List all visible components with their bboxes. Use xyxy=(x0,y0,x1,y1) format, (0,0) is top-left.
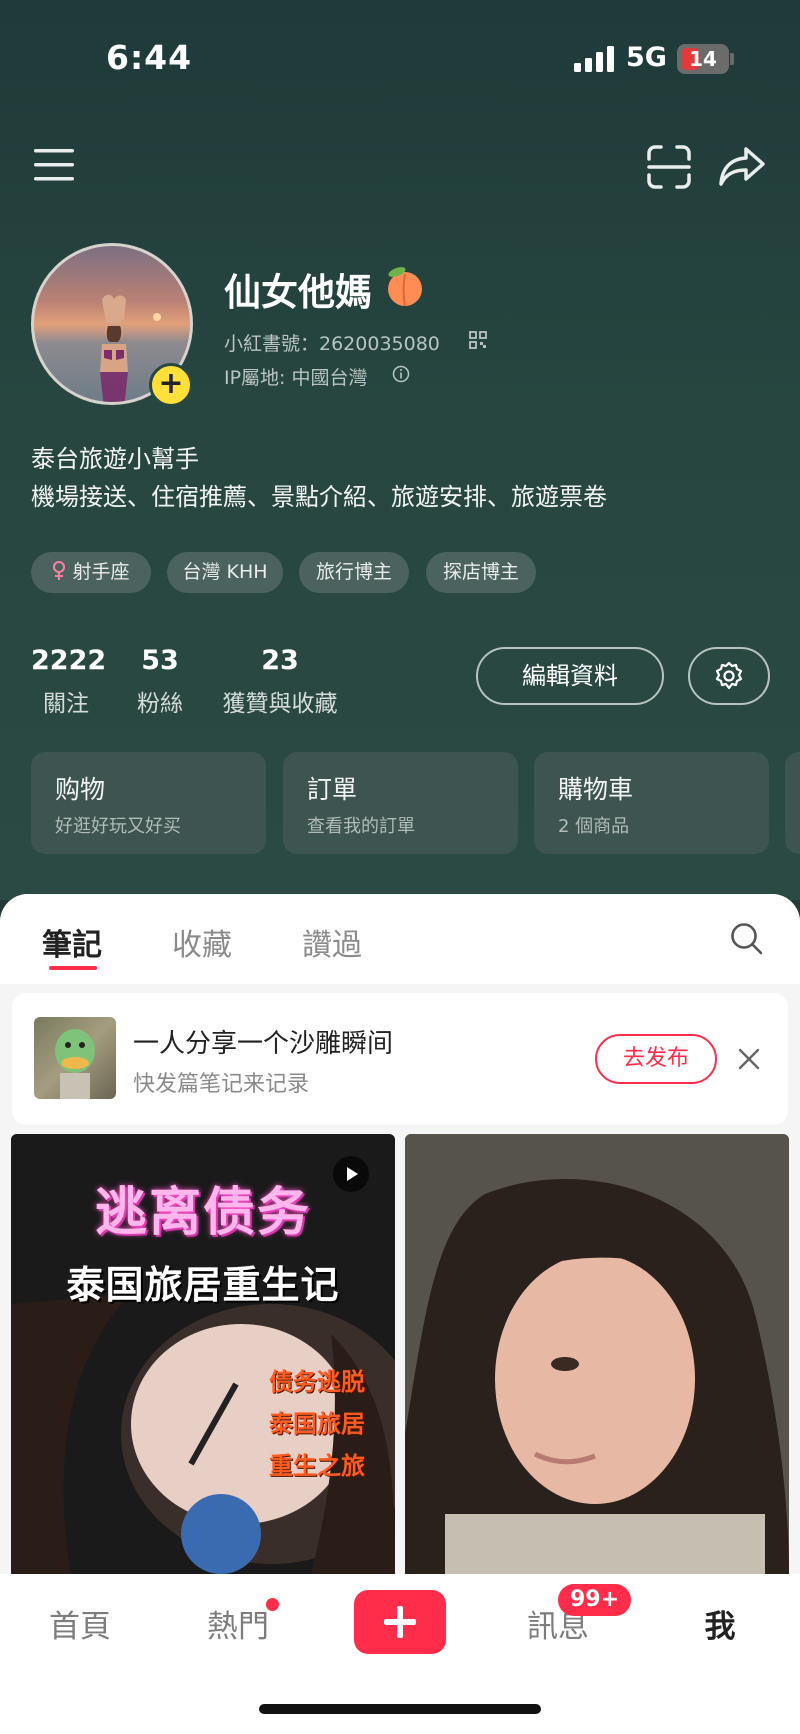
card-cart-title: 購物車 xyxy=(558,775,634,804)
note-card[interactable]: 逃离债务 泰国旅居重生记 债务逃脱 泰国旅居 重生之旅 xyxy=(11,1134,395,1574)
tab-active-indicator xyxy=(49,966,97,970)
xhs-id: 小紅書號：2620035080 xyxy=(224,333,440,355)
stat-followers-count[interactable]: 53 xyxy=(130,645,190,676)
stat-likes-label[interactable]: 獲贊與收藏 xyxy=(218,684,342,718)
bio-line-1: 泰台旅遊小幫手 xyxy=(31,445,199,473)
video-play-badge xyxy=(333,1156,369,1192)
card-shopping-title: 购物 xyxy=(55,775,106,804)
avatar-person xyxy=(100,294,128,402)
card-orders-subtitle: 查看我的訂單 xyxy=(307,816,415,837)
signal-icon xyxy=(574,46,614,72)
stat-following-count[interactable]: 2222 xyxy=(31,645,106,676)
note-cover-bullet-2: 泰国旅居 xyxy=(269,1410,365,1438)
duck-mask-image xyxy=(55,1029,95,1099)
tag-travel-blogger[interactable]: 旅行博主 xyxy=(299,552,409,593)
tag-store-blogger[interactable]: 探店博主 xyxy=(426,552,536,593)
close-icon[interactable] xyxy=(738,1048,760,1070)
avatar-sun xyxy=(153,313,161,321)
tag-zodiac[interactable]: 射手座 xyxy=(31,552,151,593)
search-icon[interactable] xyxy=(730,922,764,956)
ip-location: IP屬地: 中國台灣 xyxy=(224,367,368,389)
battery-nub xyxy=(730,53,734,65)
promo-thumbnail xyxy=(34,1017,116,1099)
card-orders[interactable]: 訂單 查看我的訂單 xyxy=(283,752,518,854)
menu-icon[interactable] xyxy=(34,148,76,182)
content-tabbar xyxy=(0,894,800,984)
promo-title: 一人分享一个沙雕瞬间 xyxy=(133,1029,394,1059)
edit-profile-button[interactable]: 編輯資料 xyxy=(476,647,664,705)
tab-collections[interactable]: 收藏 xyxy=(172,920,232,964)
stat-likes-count[interactable]: 23 xyxy=(218,645,342,676)
battery-text: 14 xyxy=(689,47,717,71)
tab-notes[interactable]: 筆記 xyxy=(42,920,102,964)
tab-liked[interactable]: 讚過 xyxy=(302,920,362,964)
scan-icon[interactable] xyxy=(647,145,691,189)
card-cart-subtitle: 2 個商品 xyxy=(558,816,630,837)
network-label: 5G xyxy=(626,42,667,73)
card-cart[interactable]: 購物車 2 個商品 xyxy=(534,752,769,854)
card-orders-title: 訂單 xyxy=(307,775,358,804)
hot-notification-dot xyxy=(266,1598,279,1611)
note-cover-bullet-1: 债务逃脱 xyxy=(269,1368,365,1396)
username: 仙女他媽 xyxy=(224,271,372,314)
settings-icon xyxy=(715,661,743,690)
note-card[interactable] xyxy=(405,1134,789,1574)
stat-followers-label[interactable]: 粉絲 xyxy=(130,684,190,718)
promo-subtitle: 快发篇笔记来记录 xyxy=(133,1072,310,1097)
card-overflow[interactable] xyxy=(785,752,800,854)
note-photo-image xyxy=(405,1134,789,1574)
share-icon[interactable] xyxy=(718,145,766,187)
card-shopping-subtitle: 好逛好玩又好买 xyxy=(55,816,181,837)
bio-line-2: 機場接送、住宿推薦、景點介紹、旅遊安排、旅遊票卷 xyxy=(31,483,607,511)
peach-emoji-icon xyxy=(388,267,422,307)
play-icon xyxy=(347,1167,358,1181)
tag-zodiac-label: 射手座 xyxy=(72,561,130,583)
plus-icon xyxy=(384,1606,416,1638)
create-post-button[interactable] xyxy=(354,1590,446,1654)
nav-home[interactable]: 首頁 xyxy=(48,1601,112,1646)
messages-badge: 99+ xyxy=(558,1584,632,1616)
nav-me[interactable]: 我 xyxy=(688,1601,752,1646)
home-indicator xyxy=(259,1704,541,1714)
qrcode-icon[interactable] xyxy=(469,331,487,349)
info-icon[interactable] xyxy=(392,365,410,383)
note-cover-bullet-3: 重生之旅 xyxy=(269,1452,365,1480)
tag-location[interactable]: 台灣 KHH xyxy=(167,552,283,593)
card-shopping[interactable]: 购物 好逛好玩又好买 xyxy=(31,752,266,854)
status-time: 6:44 xyxy=(106,38,193,77)
female-icon xyxy=(53,561,66,580)
stat-following-label[interactable]: 關注 xyxy=(31,684,101,718)
settings-button[interactable] xyxy=(688,647,770,705)
note-cover-subtitle: 泰国旅居重生记 xyxy=(66,1263,340,1307)
add-avatar-button[interactable]: + xyxy=(149,363,193,407)
publish-button[interactable]: 去发布 xyxy=(595,1034,717,1084)
nav-hot[interactable]: 熱門 xyxy=(206,1601,270,1646)
